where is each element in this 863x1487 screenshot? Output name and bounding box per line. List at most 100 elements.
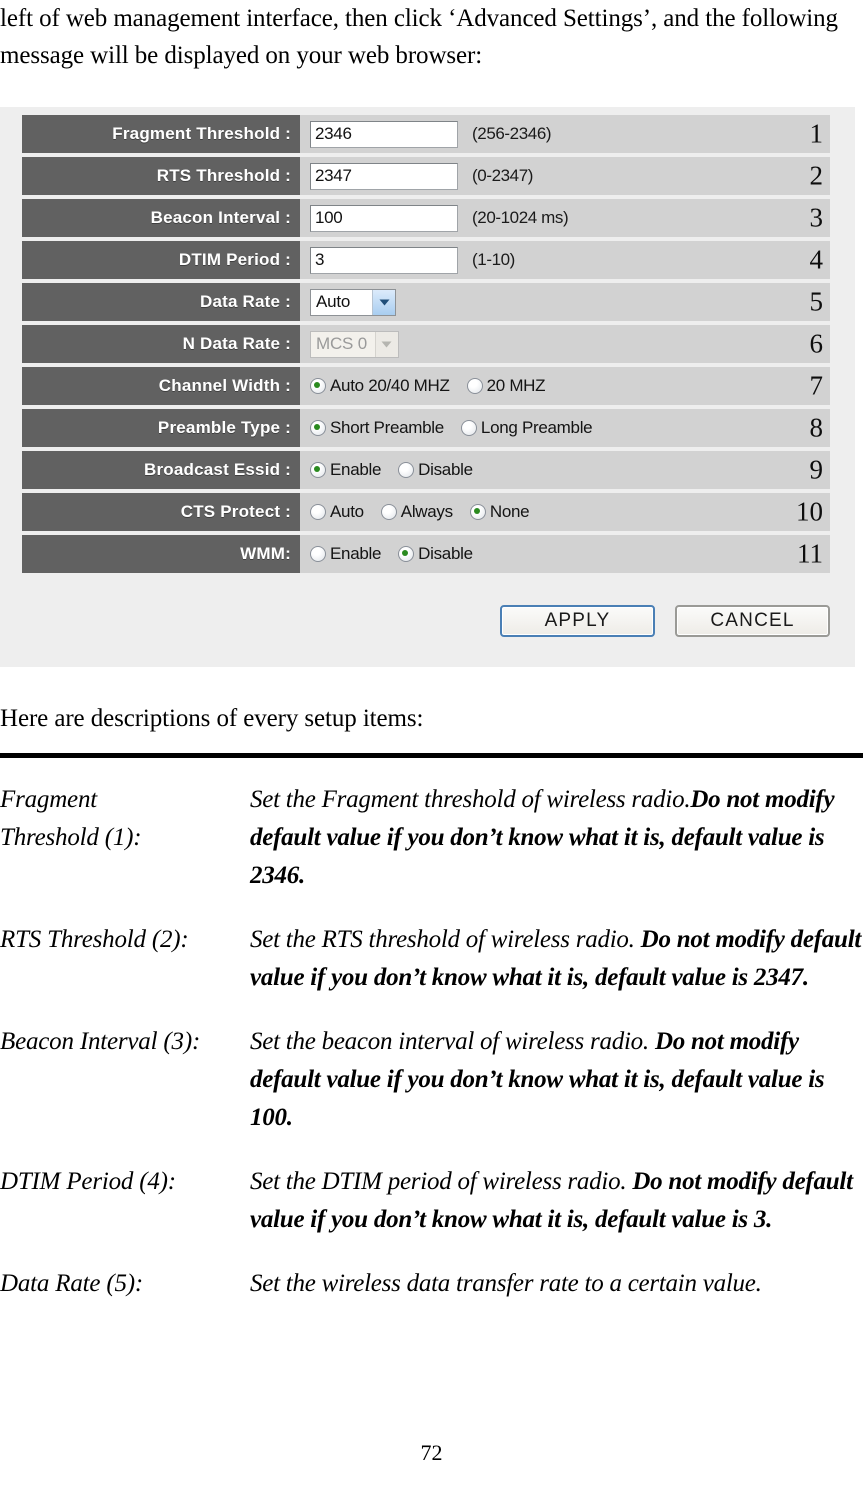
row-field: MCS 0 6 [300, 325, 830, 363]
radio-option[interactable]: Short Preamble [310, 418, 444, 438]
radio-label: Short Preamble [330, 418, 444, 437]
callout-number: 7 [809, 370, 824, 401]
row-label: Channel Width : [22, 367, 300, 405]
settings-row: Preamble Type : Short Preamble Long Preamb… [22, 409, 830, 447]
radio-label: Enable [330, 460, 382, 479]
row-label: N Data Rate : [22, 325, 300, 363]
range-hint: (20-1024 ms) [472, 208, 569, 227]
range-hint: (0-2347) [472, 166, 534, 185]
horizontal-rule [0, 753, 863, 758]
radio-label: Auto [330, 502, 364, 521]
dropdown-select[interactable]: Auto [310, 288, 396, 316]
radio-label: Enable [330, 544, 382, 563]
radio-button-icon[interactable] [310, 504, 326, 520]
callout-number: 4 [809, 244, 824, 275]
page-number: 72 [420, 1440, 443, 1465]
settings-rows: Fragment Threshold :2346 (256-2346) 1 RTS T… [22, 115, 830, 577]
range-hint: (1-10) [472, 250, 515, 269]
settings-row: Beacon Interval : 100 (20-1024 ms) 3 [22, 199, 830, 237]
row-label: Preamble Type : [22, 409, 300, 447]
radio-label: None [489, 502, 530, 521]
radio-button-icon[interactable] [310, 420, 326, 436]
description-item: Fragment Threshold (1): Set the Fragment t… [0, 781, 863, 895]
radio-option[interactable]: None [469, 502, 530, 522]
radio-label: Disable [418, 460, 473, 479]
callout-number: 10 [796, 496, 823, 527]
settings-row: Fragment Threshold : 2346 (256-2346) 1 [22, 115, 830, 153]
description-plain: Set the RTS threshold of wireless radio. [250, 926, 641, 953]
radio-option[interactable]: Auto [310, 502, 364, 522]
description-plain: Set the Fragment threshold of wireless r… [250, 786, 691, 813]
cancel-button[interactable]: CANCEL [675, 605, 830, 637]
text-input[interactable]: 3 [310, 246, 458, 274]
row-field: Auto 20/40 MHZ 20 MHZ 7 [300, 367, 830, 405]
dropdown-value: MCS 0 [316, 334, 367, 353]
row-label: CTS Protect : [22, 493, 300, 531]
radio-group: Enable Disable [310, 460, 490, 480]
row-field: Auto Always None 10 [300, 493, 830, 531]
radio-option[interactable]: Always [380, 502, 453, 522]
row-field: 100 (20-1024 ms) 3 [300, 199, 830, 237]
radio-button-icon[interactable] [398, 462, 415, 478]
radio-option[interactable]: Disable [398, 460, 473, 480]
radio-button-icon[interactable] [469, 504, 486, 520]
description-term: Fragment Threshold (1): [0, 786, 142, 851]
settings-row: Channel Width : Auto 20/40 MHZ 20 MHZ 7 [22, 367, 830, 405]
radio-label: Disable [418, 544, 473, 563]
description-plain: Set the beacon interval of wireless radi… [250, 1028, 655, 1055]
radio-option[interactable]: 20 MHZ [466, 376, 546, 396]
radio-button-icon[interactable] [310, 462, 326, 478]
radio-button-icon[interactable] [398, 546, 415, 562]
radio-option[interactable]: Enable [310, 544, 381, 564]
description-term: Beacon Interval (3): [0, 1028, 201, 1055]
radio-group: Auto 20/40 MHZ 20 MHZ [310, 376, 562, 396]
radio-group: Short Preamble Long Preamble [310, 418, 609, 438]
radio-option[interactable]: Disable [398, 544, 473, 564]
description-text: Set the wireless data transfer rate to a… [250, 1265, 863, 1303]
radio-label: 20 MHZ [486, 376, 546, 395]
radio-option[interactable]: Auto 20/40 MHZ [310, 376, 450, 396]
radio-option[interactable]: Enable [310, 460, 381, 480]
text-input[interactable]: 100 [310, 204, 458, 232]
descriptions-list: Fragment Threshold (1): Set the Fragment t… [0, 781, 863, 1329]
advanced-settings-panel: Fragment Threshold :2346 (256-2346) 1 RTS T… [0, 107, 855, 667]
description-item: Data Rate (5): Set the wireless data tran… [0, 1265, 863, 1303]
description-text: Set the beacon interval of wireless radi… [250, 1023, 863, 1137]
settings-row: Broadcast Essid : Enable Disable 9 [22, 451, 830, 489]
callout-number: 6 [809, 328, 824, 359]
row-field: Auto 5 [300, 283, 830, 321]
description-item: Beacon Interval (3): Set the beacon inter… [0, 1023, 863, 1137]
row-label: DTIM Period : [22, 241, 300, 279]
row-label: Broadcast Essid : [22, 451, 300, 489]
radio-label: Always [400, 502, 453, 521]
description-text: Set the DTIM period of wireless radio. D… [250, 1163, 863, 1239]
radio-button-icon[interactable] [460, 420, 477, 436]
chevron-down-icon [374, 331, 398, 357]
radio-button-icon[interactable] [380, 504, 397, 520]
settings-row: DTIM Period : 3 (1-10) 4 [22, 241, 830, 279]
intro-paragraph: left of web management interface, then c… [0, 5, 838, 69]
radio-button-icon[interactable] [466, 378, 483, 394]
description-plain: Set the DTIM period of wireless radio. [250, 1168, 633, 1195]
row-label: WMM: [22, 535, 300, 573]
row-field: 2347 (0-2347) 2 [300, 157, 830, 195]
apply-button[interactable]: APPLY [500, 605, 655, 637]
callout-number: 1 [809, 118, 824, 149]
radio-group: Auto Always None [310, 502, 546, 522]
radio-button-icon[interactable] [310, 546, 326, 562]
description-text: Set the Fragment threshold of wireless r… [250, 781, 863, 895]
row-field: 3 (1-10) 4 [300, 241, 830, 279]
radio-button-icon[interactable] [310, 378, 326, 394]
description-term: Data Rate (5): [0, 1270, 143, 1297]
radio-option[interactable]: Long Preamble [460, 418, 593, 438]
settings-row: WMM: Enable Disable 11 [22, 535, 830, 573]
text-input[interactable]: 2346 [310, 120, 458, 148]
text-input[interactable]: 2347 [310, 162, 458, 190]
row-field: Enable Disable 11 [300, 535, 830, 573]
row-field: 2346 (256-2346) 1 [300, 115, 830, 153]
settings-row: CTS Protect : Auto Always None 10 [22, 493, 830, 531]
chevron-down-icon[interactable] [372, 289, 395, 315]
panel-button-bar: APPLY CANCEL [22, 605, 830, 637]
description-term: DTIM Period (4): [0, 1168, 176, 1195]
row-field: Short Preamble Long Preamble 8 [300, 409, 830, 447]
